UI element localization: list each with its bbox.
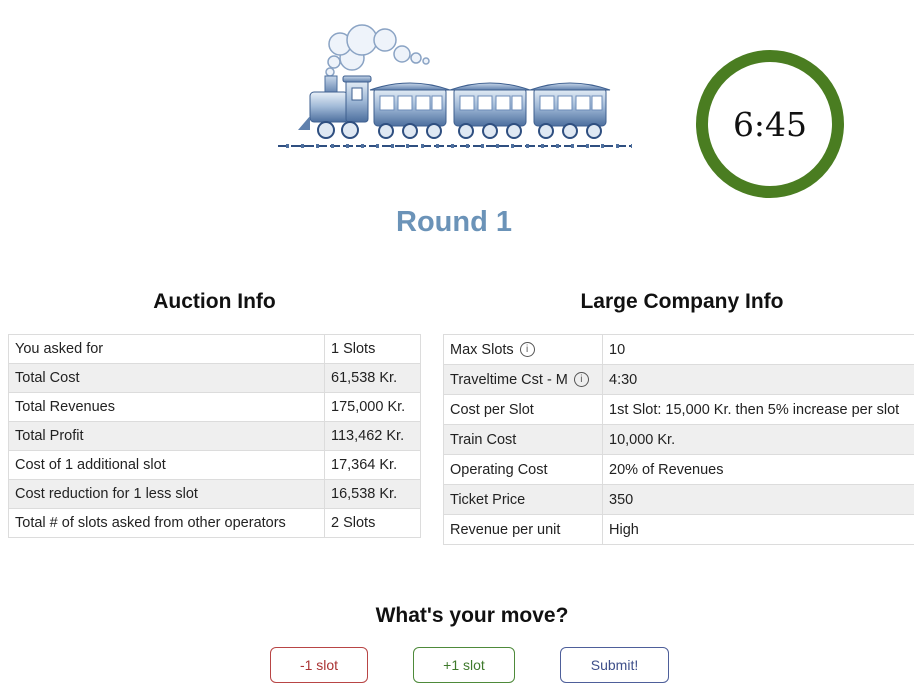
info-circle-icon[interactable]: i [520, 342, 535, 357]
row-value: 20% of Revenues [603, 455, 914, 485]
row-value: 16,538 Kr. [325, 480, 421, 509]
company-info-title: Large Company Info [443, 290, 914, 314]
row-label: Total Cost [9, 364, 325, 393]
table-row: Total # of slots asked from other operat… [9, 509, 421, 538]
table-row: Cost of 1 additional slot17,364 Kr. [9, 451, 421, 480]
row-label: Ticket Price [444, 485, 603, 515]
row-label: Cost reduction for 1 less slot [9, 480, 325, 509]
row-label: Traveltime Cst - M i [444, 365, 603, 395]
row-value: 17,364 Kr. [325, 451, 421, 480]
table-row: You asked for1 Slots [9, 335, 421, 364]
table-row: Operating Cost20% of Revenues [444, 455, 914, 485]
round-title: Round 1 [0, 206, 908, 239]
countdown-timer: 6:45 [696, 50, 844, 198]
increase-slot-button[interactable]: +1 slot [413, 647, 515, 683]
table-row: Cost reduction for 1 less slot16,538 Kr. [9, 480, 421, 509]
row-value: 350 [603, 485, 914, 515]
row-label: You asked for [9, 335, 325, 364]
row-label: Revenue per unit [444, 515, 603, 545]
table-row: Max Slots i 10 [444, 335, 914, 365]
row-value: 1 Slots [325, 335, 421, 364]
info-circle-icon[interactable]: i [574, 372, 589, 387]
row-label: Operating Cost [444, 455, 603, 485]
row-label-text: Max Slots [450, 342, 514, 358]
table-row: Total Profit113,462 Kr. [9, 422, 421, 451]
timer-value: 6:45 [733, 105, 807, 144]
row-value: 10 [603, 335, 914, 365]
decrease-slot-button[interactable]: -1 slot [270, 647, 368, 683]
table-row: Ticket Price350 [444, 485, 914, 515]
row-value: 61,538 Kr. [325, 364, 421, 393]
table-row: Train Cost10,000 Kr. [444, 425, 914, 455]
move-prompt: What's your move? [0, 604, 914, 628]
auction-info-title: Auction Info [8, 290, 421, 314]
row-label: Max Slots i [444, 335, 603, 365]
table-row: Total Revenues175,000 Kr. [9, 393, 421, 422]
table-row: Traveltime Cst - M i 4:30 [444, 365, 914, 395]
row-value: 2 Slots [325, 509, 421, 538]
row-value: 4:30 [603, 365, 914, 395]
table-row: Revenue per unitHigh [444, 515, 914, 545]
train-logo [270, 18, 635, 154]
row-label: Cost of 1 additional slot [9, 451, 325, 480]
row-label-text: Traveltime Cst - M [450, 372, 568, 388]
row-value: 113,462 Kr. [325, 422, 421, 451]
row-value: 10,000 Kr. [603, 425, 914, 455]
row-label: Total Revenues [9, 393, 325, 422]
row-label: Train Cost [444, 425, 603, 455]
table-row: Total Cost61,538 Kr. [9, 364, 421, 393]
auction-info-table: You asked for1 Slots Total Cost61,538 Kr… [8, 334, 421, 538]
row-label: Total # of slots asked from other operat… [9, 509, 325, 538]
row-value: 175,000 Kr. [325, 393, 421, 422]
row-value: High [603, 515, 914, 545]
company-info-table: Max Slots i 10 Traveltime Cst - M i 4:30 C… [443, 334, 914, 545]
row-label: Total Profit [9, 422, 325, 451]
row-label: Cost per Slot [444, 395, 603, 425]
table-row: Cost per Slot1st Slot: 15,000 Kr. then 5… [444, 395, 914, 425]
submit-button[interactable]: Submit! [560, 647, 669, 683]
row-value: 1st Slot: 15,000 Kr. then 5% increase pe… [603, 395, 914, 425]
